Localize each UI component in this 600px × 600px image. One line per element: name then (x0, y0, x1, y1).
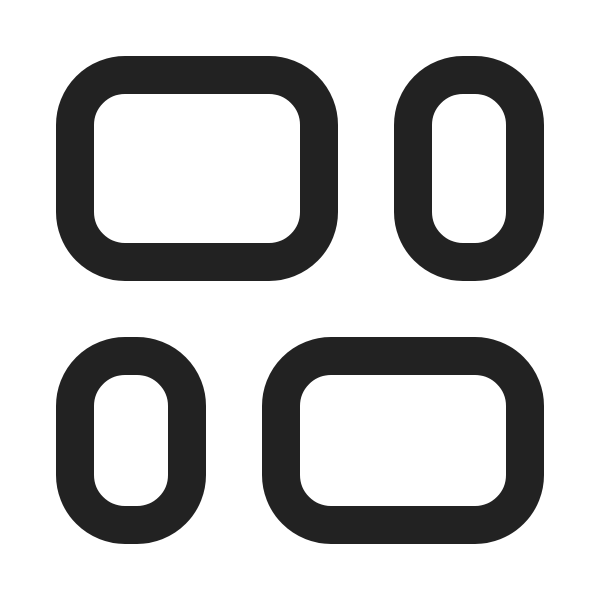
bottom-right-wide-tile (262, 337, 544, 544)
bottom-left-narrow-tile (56, 337, 206, 544)
board-layout-icon-svg (56, 56, 544, 544)
top-left-wide-tile (56, 56, 338, 281)
board-layout-icon (0, 0, 600, 600)
top-right-narrow-tile (394, 56, 544, 281)
